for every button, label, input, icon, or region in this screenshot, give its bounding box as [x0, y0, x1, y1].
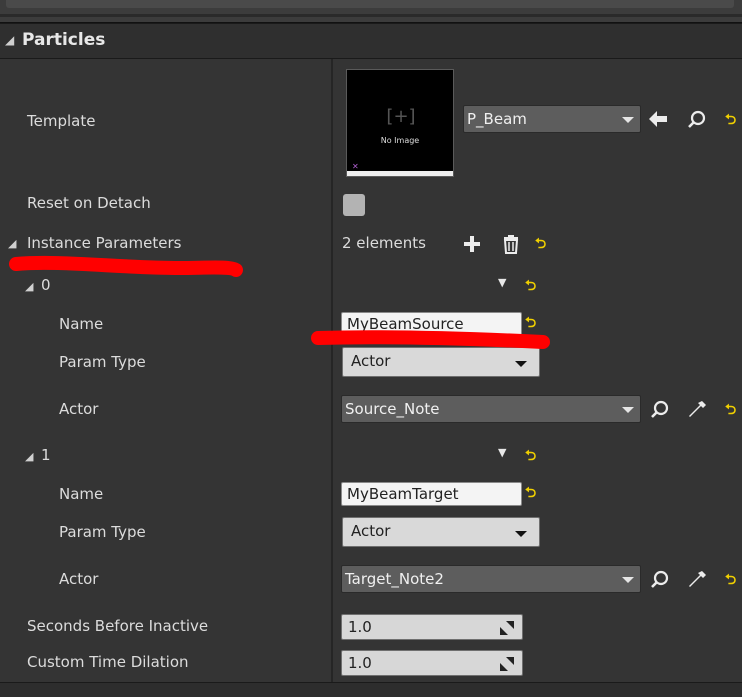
- thumbnail-asset-corner-icon: ✕: [352, 162, 359, 171]
- reset-arrow-icon[interactable]: ⮌: [725, 573, 736, 587]
- chevron-down-icon: [622, 117, 634, 123]
- reset-on-detach-checkbox[interactable]: [343, 194, 365, 216]
- chevron-down-icon: [515, 531, 527, 537]
- seconds-before-inactive-value: 1.0: [348, 618, 372, 636]
- param-type-value: Actor: [351, 522, 391, 540]
- next-section-header: [0, 683, 742, 697]
- actor-value: Source_Note: [345, 400, 440, 418]
- chevron-down-icon[interactable]: ▼: [498, 277, 506, 288]
- reset-arrow-icon[interactable]: ⮌: [525, 486, 536, 500]
- param-type-dropdown[interactable]: Actor: [342, 347, 540, 377]
- reset-arrow-icon[interactable]: ⮌: [525, 279, 536, 293]
- thumbnail-placeholder-glyph: [+]: [386, 106, 416, 127]
- column-splitter[interactable]: [331, 59, 333, 682]
- search-icon[interactable]: [687, 110, 707, 134]
- name-field-value: MyBeamSource: [347, 315, 464, 333]
- chevron-down-icon: [622, 407, 634, 413]
- param-type-value: Actor: [351, 352, 391, 370]
- param-type-label: Param Type: [59, 353, 146, 371]
- chevron-down-icon: [515, 361, 527, 367]
- trash-icon[interactable]: [502, 234, 520, 258]
- particles-section-header[interactable]: ◢ Particles: [0, 24, 742, 59]
- top-bar-inner: [6, 0, 734, 8]
- expand-triangle-icon[interactable]: ◢: [25, 450, 33, 463]
- template-label: Template: [27, 112, 96, 130]
- reset-arrow-icon[interactable]: ⮌: [525, 449, 536, 463]
- actor-combo[interactable]: Source_Note: [341, 395, 641, 423]
- reset-arrow-icon[interactable]: ⮌: [535, 237, 546, 251]
- actor-label: Actor: [59, 570, 99, 588]
- name-field[interactable]: MyBeamTarget: [341, 482, 522, 506]
- custom-time-dilation-label: Custom Time Dilation: [27, 653, 189, 671]
- expand-triangle-icon[interactable]: ◢: [25, 280, 33, 293]
- collapse-triangle-icon[interactable]: ◢: [5, 33, 14, 47]
- search-icon[interactable]: [650, 400, 670, 424]
- name-label: Name: [59, 485, 104, 503]
- thumbnail-asset-color-bar: [347, 171, 453, 176]
- param-type-label: Param Type: [59, 523, 146, 541]
- name-label: Name: [59, 315, 104, 333]
- actor-combo[interactable]: Target_Note2: [341, 565, 641, 593]
- param-type-dropdown[interactable]: Actor: [342, 517, 540, 547]
- section-title: Particles: [22, 30, 106, 50]
- name-field[interactable]: MyBeamSource: [341, 312, 522, 336]
- expand-triangle-icon[interactable]: ◢: [8, 237, 16, 250]
- eyedropper-icon[interactable]: [688, 569, 708, 593]
- template-thumbnail[interactable]: [+] No Image ✕: [346, 69, 454, 177]
- seconds-before-inactive-spinbox[interactable]: 1.0: [341, 614, 523, 640]
- actor-value: Target_Note2: [345, 570, 444, 588]
- instance-parameters-count: 2 elements: [342, 234, 426, 252]
- drag-resize-icon[interactable]: [500, 656, 514, 671]
- plus-icon[interactable]: [462, 234, 482, 258]
- template-asset-combo[interactable]: P_Beam: [463, 105, 641, 133]
- drag-resize-icon[interactable]: [500, 620, 514, 635]
- name-field-value: MyBeamTarget: [347, 485, 459, 503]
- reset-arrow-icon[interactable]: ⮌: [525, 316, 536, 330]
- arrow-left-icon[interactable]: [648, 110, 668, 132]
- top-bar-line: [0, 14, 742, 17]
- element-index: 1: [41, 446, 51, 464]
- seconds-before-inactive-label: Seconds Before Inactive: [27, 617, 209, 635]
- top-scroll-area: [0, 0, 742, 23]
- custom-time-dilation-value: 1.0: [348, 654, 372, 672]
- eyedropper-icon[interactable]: [688, 399, 708, 423]
- search-icon[interactable]: [650, 570, 670, 594]
- chevron-down-icon: [622, 577, 634, 583]
- instance-parameters-label: Instance Parameters: [27, 234, 182, 252]
- chevron-down-icon[interactable]: ▼: [498, 447, 506, 458]
- actor-label: Actor: [59, 400, 99, 418]
- thumbnail-no-image-text: No Image: [380, 136, 420, 145]
- template-asset-value: P_Beam: [467, 110, 527, 128]
- element-index: 0: [41, 276, 51, 294]
- custom-time-dilation-spinbox[interactable]: 1.0: [341, 650, 523, 676]
- reset-on-detach-label: Reset on Detach: [27, 194, 151, 212]
- reset-arrow-icon[interactable]: ⮌: [725, 403, 736, 417]
- reset-arrow-icon[interactable]: ⮌: [725, 113, 736, 127]
